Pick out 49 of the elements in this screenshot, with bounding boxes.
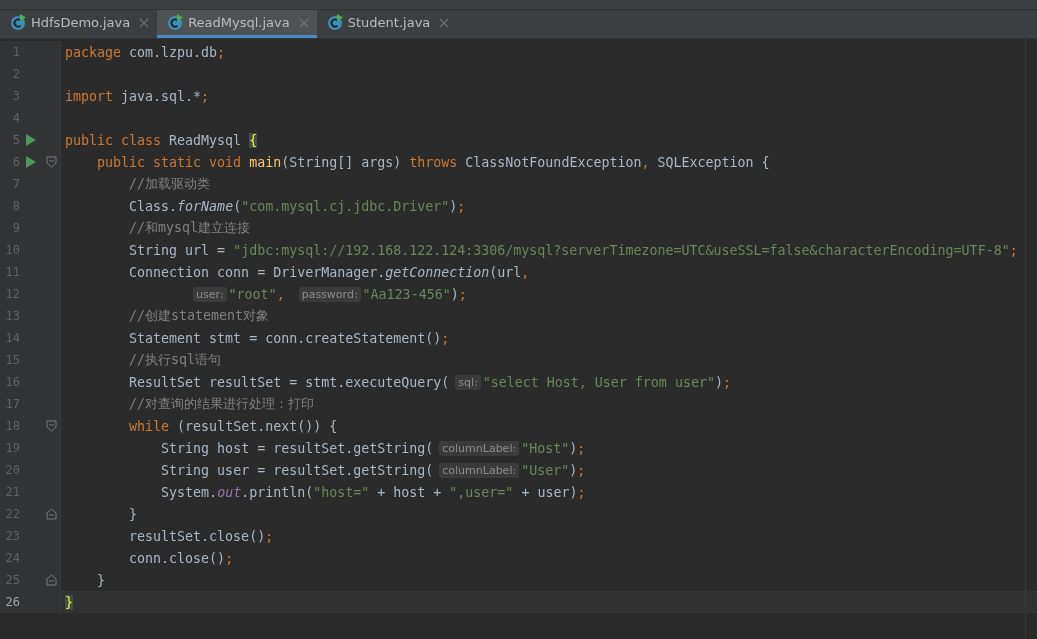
code-text: ResultSet resultSet = stmt.executeQuery( <box>129 374 450 390</box>
parameter-hint: columnLabel: <box>439 462 520 478</box>
class-file-icon <box>167 13 184 32</box>
fold-icon[interactable] <box>45 574 57 586</box>
code-text: "select Host, User from user"); <box>482 374 731 390</box>
code-text: String user = resultSet.getString( <box>161 462 434 478</box>
close-icon[interactable] <box>298 17 309 28</box>
code-text: } <box>129 506 138 522</box>
parameter-hint: user: <box>193 286 227 302</box>
code-text: import java.sql.*; <box>65 88 210 104</box>
code-text: //加载驱动类 <box>129 175 211 193</box>
code-text: //创建statement对象 <box>129 307 270 325</box>
code-text: conn.close(); <box>129 550 234 566</box>
parameter-hint: columnLabel: <box>439 440 520 456</box>
editor-tab[interactable]: HdfsDemo.java <box>0 10 158 38</box>
code-text: while (resultSet.next()) { <box>129 418 338 434</box>
fold-icon[interactable] <box>45 508 57 520</box>
code-text: public static void main(String[] args) throws ClassNotFoundException, SQLException { <box>97 154 770 170</box>
line-number: 26 <box>4 595 20 609</box>
code-text: public class ReadMysql { <box>65 132 258 148</box>
code-text: System.out.println("host=" + host + ",user=" + user); <box>161 484 586 500</box>
run-icon[interactable] <box>25 156 37 168</box>
code-text: Connection conn = DriverManager.getConnection(url, <box>129 264 530 280</box>
editor-tab[interactable]: ReadMysql.java <box>157 10 317 38</box>
editor-tab[interactable]: Student.java <box>316 10 458 38</box>
code-text: Statement stmt = conn.createStatement(); <box>129 330 450 346</box>
fold-icon[interactable] <box>45 420 57 432</box>
code-text: //和mysql建立连接 <box>129 219 251 237</box>
code-text: } <box>65 594 73 610</box>
code-text: "Host"); <box>521 440 586 456</box>
code-text: } <box>97 572 106 588</box>
code-text: //对查询的结果进行处理：打印 <box>129 395 315 413</box>
close-icon[interactable] <box>139 17 150 28</box>
parameter-hint: password: <box>298 286 361 302</box>
code-text: String url = "jdbc:mysql://192.168.122.124:3306/mysql?serverTimezone=UTC&useSSL=false&characterEncoding=UTF-8"; <box>129 242 1018 258</box>
code-text: "Aa123-456"); <box>362 286 467 302</box>
code-text: //执行sql语句 <box>129 351 222 369</box>
code-text: String host = resultSet.getString( <box>161 440 434 456</box>
run-icon[interactable] <box>25 134 37 146</box>
code-text: resultSet.close(); <box>129 528 274 544</box>
class-file-icon <box>326 13 343 32</box>
code-text: "root", <box>228 286 286 302</box>
close-icon[interactable] <box>439 17 450 28</box>
code-text: package com.lzpu.db; <box>65 44 226 60</box>
class-file-icon <box>10 13 26 32</box>
code-text: "User"); <box>521 462 586 478</box>
parameter-hint: sql: <box>455 374 481 390</box>
fold-icon[interactable] <box>45 156 57 168</box>
code-text: Class.forName("com.mysql.cj.jdbc.Driver"); <box>129 198 466 214</box>
